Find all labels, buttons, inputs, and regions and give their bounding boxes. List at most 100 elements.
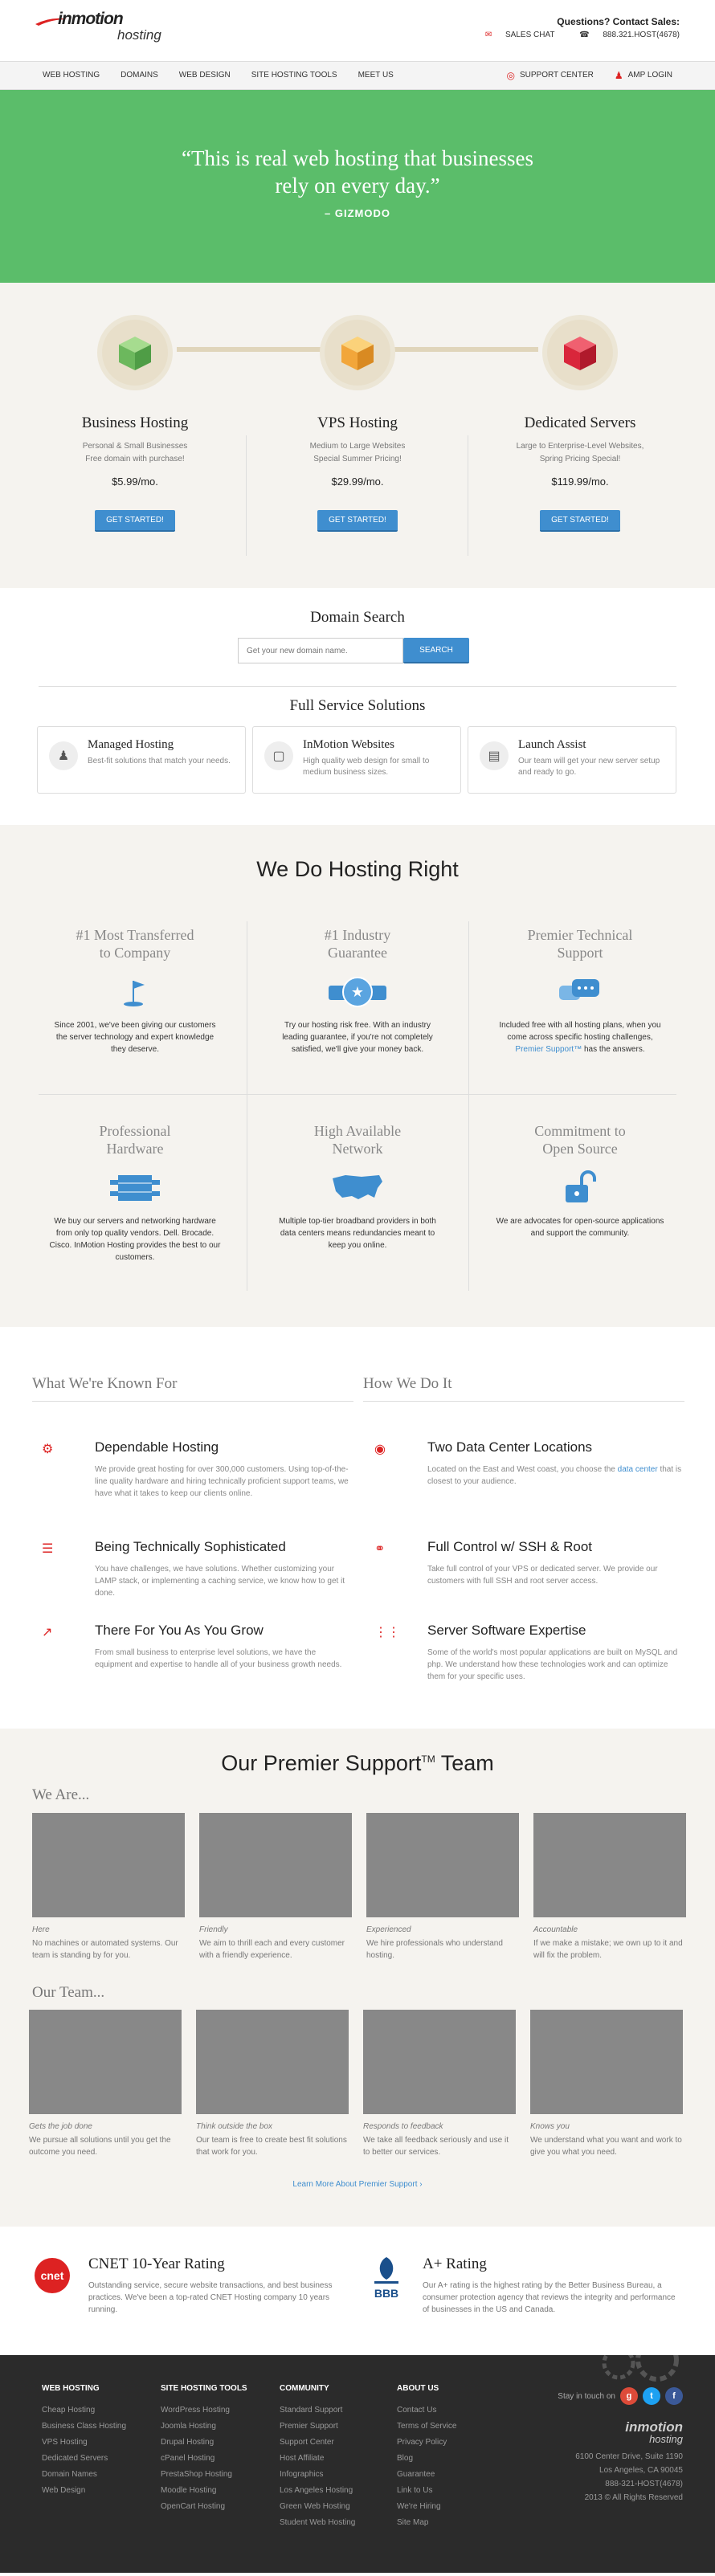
domain-search-input[interactable] <box>238 638 403 663</box>
footer-link[interactable]: Privacy Policy <box>397 2435 509 2451</box>
chat-bubbles-icon <box>559 979 599 1000</box>
footer-link[interactable]: Premier Support <box>280 2419 392 2435</box>
we-are-card: Accountable If we make a mistake; we own … <box>533 1813 686 1962</box>
solution-inmotion-websites[interactable]: ▢ InMotion Websites High quality web des… <box>252 726 461 794</box>
footer-link[interactable]: Blog <box>397 2451 509 2467</box>
solution-title: Launch Assist <box>518 738 586 751</box>
plan-circle <box>542 315 618 390</box>
we-are-heading: We Are... <box>32 1786 90 1803</box>
support-center-link[interactable]: ◎ SUPPORT CENTER <box>496 62 603 89</box>
gears-icon: ⚙ <box>42 1443 54 1456</box>
footer-link[interactable]: cPanel Hosting <box>161 2451 273 2467</box>
team-photo <box>196 2010 349 2114</box>
footer-link[interactable]: VPS Hosting <box>42 2435 154 2451</box>
ratings-section: cnet CNET 10-Year Rating Outstanding ser… <box>0 2227 715 2355</box>
footer-link[interactable]: WordPress Hosting <box>161 2402 273 2419</box>
unlocked-padlock-icon <box>566 1170 596 1202</box>
footer-link[interactable]: We're Hiring <box>397 2499 509 2515</box>
how-item-title: Two Data Center Locations <box>427 1439 593 1455</box>
footer-link[interactable]: Contact Us <box>397 2402 509 2419</box>
footer-link[interactable]: OpenCart Hosting <box>161 2499 273 2515</box>
footer-link[interactable]: Standard Support <box>280 2402 392 2419</box>
sales-chat-link[interactable]: ✉ SALES CHAT <box>474 31 555 39</box>
solution-launch-assist[interactable]: ▤ Launch Assist Our team will get your n… <box>468 726 676 794</box>
footer-link[interactable]: Drupal Hosting <box>161 2435 273 2451</box>
team-card: Responds to feedback We take all feedback… <box>363 2010 516 2158</box>
footer-logo[interactable]: inmotion hosting <box>625 2419 683 2445</box>
nav-web-hosting[interactable]: WEB HOSTING <box>32 62 110 89</box>
quote-source: – GIZMODO <box>325 207 390 219</box>
get-started-button[interactable]: GET STARTED! <box>95 510 175 532</box>
footer-link[interactable]: Cheap Hosting <box>42 2402 154 2419</box>
solution-managed-hosting[interactable]: ♟ Managed Hosting Best-fit solutions tha… <box>37 726 246 794</box>
server-rack-icon <box>110 1175 160 1201</box>
card-caption: Experienced <box>366 1925 411 1934</box>
data-center-link[interactable]: data center <box>618 1465 658 1474</box>
orange-cube-icon <box>341 337 374 370</box>
how-item: ⋮⋮ Server Software Expertise Some of the… <box>374 1623 683 1683</box>
footer-link[interactable]: Student Web Hosting <box>280 2515 392 2531</box>
card-caption: Gets the job done <box>29 2122 92 2131</box>
premier-support-link[interactable]: Premier Support™ <box>515 1045 582 1054</box>
plan-title: Business Hosting <box>81 414 189 431</box>
footer-link[interactable]: PrestaShop Hosting <box>161 2467 273 2483</box>
full-service-title: Full Service Solutions <box>289 697 426 714</box>
usa-map-icon <box>333 1175 382 1199</box>
twitter-icon[interactable]: t <box>643 2387 660 2405</box>
feature-title: Guarantee <box>328 945 387 961</box>
get-started-button[interactable]: GET STARTED! <box>540 510 620 532</box>
footer-col-title: ABOUT US <box>397 2384 439 2393</box>
inmotion-logo[interactable]: inmotion hosting <box>35 10 180 48</box>
rating-desc: Our A+ rating is the highest rating by t… <box>423 2281 676 2314</box>
site-header: inmotion hosting Questions? Contact Sale… <box>0 0 715 61</box>
google-plus-icon[interactable]: g <box>620 2387 638 2405</box>
nav-site-hosting-tools[interactable]: SITE HOSTING TOOLS <box>241 62 348 89</box>
footer-link[interactable]: Guarantee <box>397 2467 509 2483</box>
team-photo <box>32 1813 185 1917</box>
svg-text:cnet: cnet <box>41 2269 64 2282</box>
feature-title: #1 Most Transferred <box>76 927 194 943</box>
footer-link[interactable]: Green Web Hosting <box>280 2499 392 2515</box>
known-item-title: Being Technically Sophisticated <box>95 1539 286 1554</box>
footer-link[interactable]: Site Map <box>397 2515 509 2531</box>
solution-title: Managed Hosting <box>88 738 174 751</box>
contact-sales: Questions? Contact Sales: ✉ SALES CHAT ☎… <box>463 16 680 39</box>
get-started-button[interactable]: GET STARTED! <box>317 510 398 532</box>
feature-title: Premier Technical <box>527 927 633 943</box>
footer-link[interactable]: Terms of Service <box>397 2419 509 2435</box>
we-are-card: Friendly We aim to thrill each and every … <box>199 1813 352 1962</box>
facebook-icon[interactable]: f <box>665 2387 683 2405</box>
learn-more-support-link[interactable]: Learn More About Premier Support › <box>0 2180 715 2189</box>
footer-link[interactable]: Web Design <box>42 2483 154 2499</box>
bbb-rating: BBB A+ Rating Our A+ rating is the highe… <box>366 2256 680 2316</box>
card-caption: Here <box>32 1925 50 1934</box>
footer-link[interactable]: Host Affiliate <box>280 2451 392 2467</box>
footer-col-web-hosting: WEB HOSTING Cheap Hosting Business Class… <box>42 2384 154 2499</box>
rating-title: CNET 10-Year Rating <box>88 2256 225 2272</box>
footer-link[interactable]: Dedicated Servers <box>42 2451 154 2467</box>
footer-link[interactable]: Support Center <box>280 2435 392 2451</box>
footer-link[interactable]: Los Angeles Hosting <box>280 2483 392 2499</box>
footer-link[interactable]: Infographics <box>280 2467 392 2483</box>
nav-meet-us[interactable]: MEET US <box>348 62 404 89</box>
feature-title: #1 Industry <box>324 927 391 943</box>
solution-desc: Best-fit solutions that match your needs… <box>88 757 231 765</box>
known-item-desc: From small business to enterprise level … <box>95 1648 342 1669</box>
card-caption: Think outside the box <box>196 2122 273 2131</box>
nav-web-design[interactable]: WEB DESIGN <box>169 62 241 89</box>
footer-link[interactable]: Moodle Hosting <box>161 2483 273 2499</box>
phone-link[interactable]: ☎ 888.321.HOST(4678) <box>568 31 680 39</box>
guarantee-badge-icon: ★ <box>329 977 386 1007</box>
feature-title: Open Source <box>542 1141 618 1157</box>
domain-search-button[interactable]: SEARCH <box>403 638 469 663</box>
social-links: Stay in touch on g t f <box>558 2387 683 2405</box>
nav-domains[interactable]: DOMAINS <box>110 62 169 89</box>
footer-link[interactable]: Link to Us <box>397 2483 509 2499</box>
plan-price: $5.99/mo. <box>112 476 158 488</box>
domain-search-title: Domain Search <box>310 609 405 626</box>
footer-link[interactable]: Domain Names <box>42 2467 154 2483</box>
amp-login-link[interactable]: ♟ AMP LOGIN <box>604 62 683 89</box>
footer-link[interactable]: Business Class Hosting <box>42 2419 154 2435</box>
svg-text:★: ★ <box>351 984 364 1001</box>
footer-link[interactable]: Joomla Hosting <box>161 2419 273 2435</box>
